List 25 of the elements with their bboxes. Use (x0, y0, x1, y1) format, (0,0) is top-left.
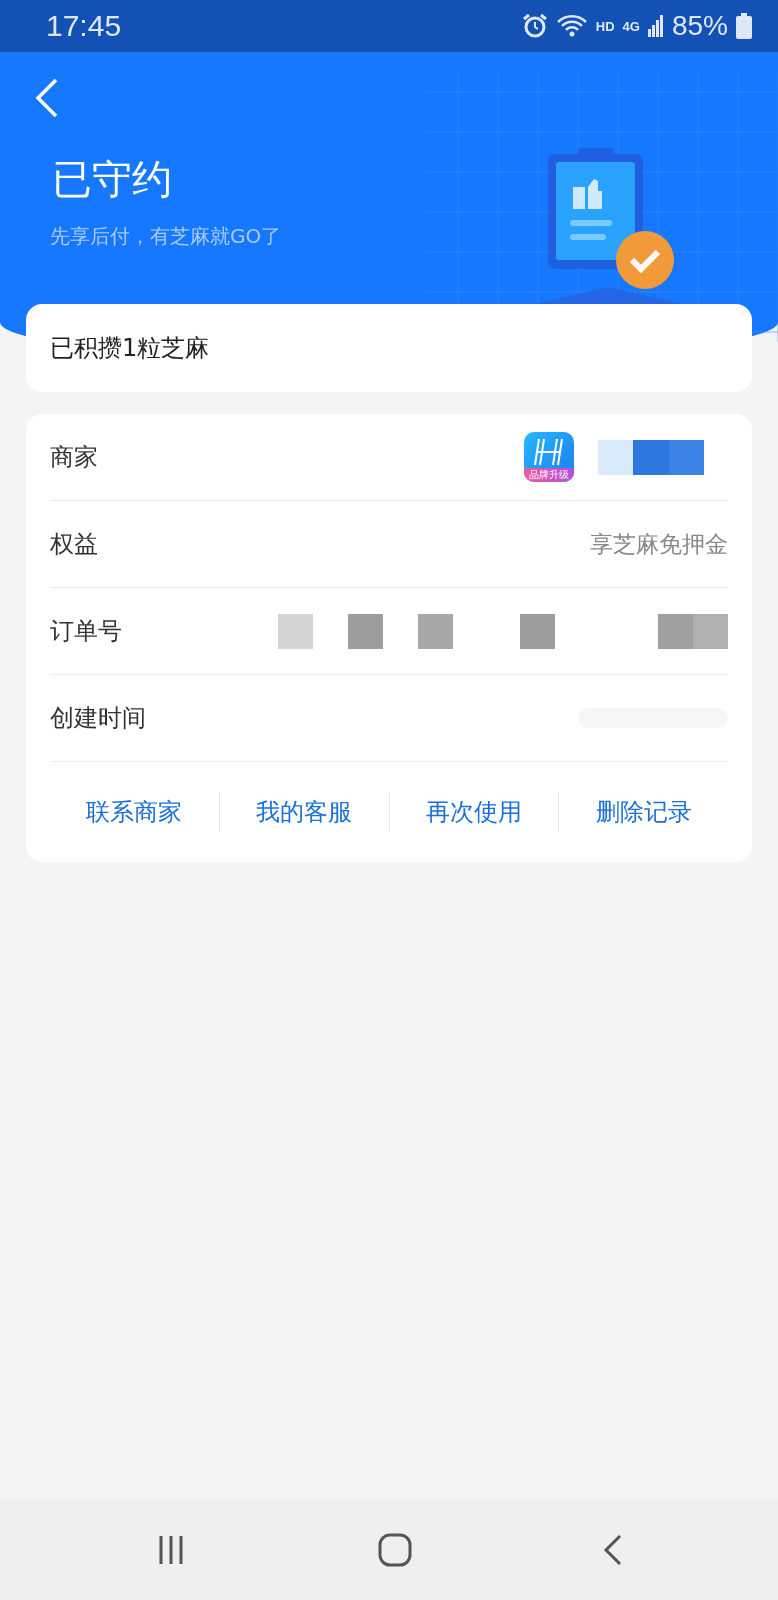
network-label: HD (595, 18, 615, 34)
detail-label: 权益 (50, 529, 99, 560)
action-button[interactable]: 联系商家 (50, 792, 220, 832)
action-button[interactable]: 删除记录 (559, 792, 728, 832)
action-button[interactable]: 我的客服 (219, 792, 390, 832)
home-icon[interactable] (378, 1533, 412, 1567)
detail-label: 创建时间 (50, 703, 147, 734)
network-label: 4G (622, 18, 640, 34)
app-badge: 品牌升级 (524, 468, 574, 482)
back-icon[interactable] (602, 1534, 623, 1566)
page-subtitle: 先享后付，有芝麻就GO了 (50, 223, 283, 250)
benefit-value: 享芝麻免押金 (590, 529, 728, 559)
back-icon[interactable] (34, 78, 60, 118)
sesame-text: 已积攒1粒芝麻 (50, 333, 210, 364)
page-title: 已守约 (52, 155, 173, 204)
status-time: 17:45 (46, 9, 123, 43)
signal-icon (647, 15, 664, 37)
battery-icon (736, 13, 752, 39)
logo-icon (533, 437, 565, 467)
alarm-icon (521, 13, 548, 39)
action-button[interactable]: 再次使用 (389, 792, 560, 832)
battery-percent: 85% (671, 10, 728, 42)
wifi-icon (555, 14, 588, 38)
detail-label: 商家 (50, 442, 99, 473)
detail-label: 订单号 (50, 616, 123, 647)
